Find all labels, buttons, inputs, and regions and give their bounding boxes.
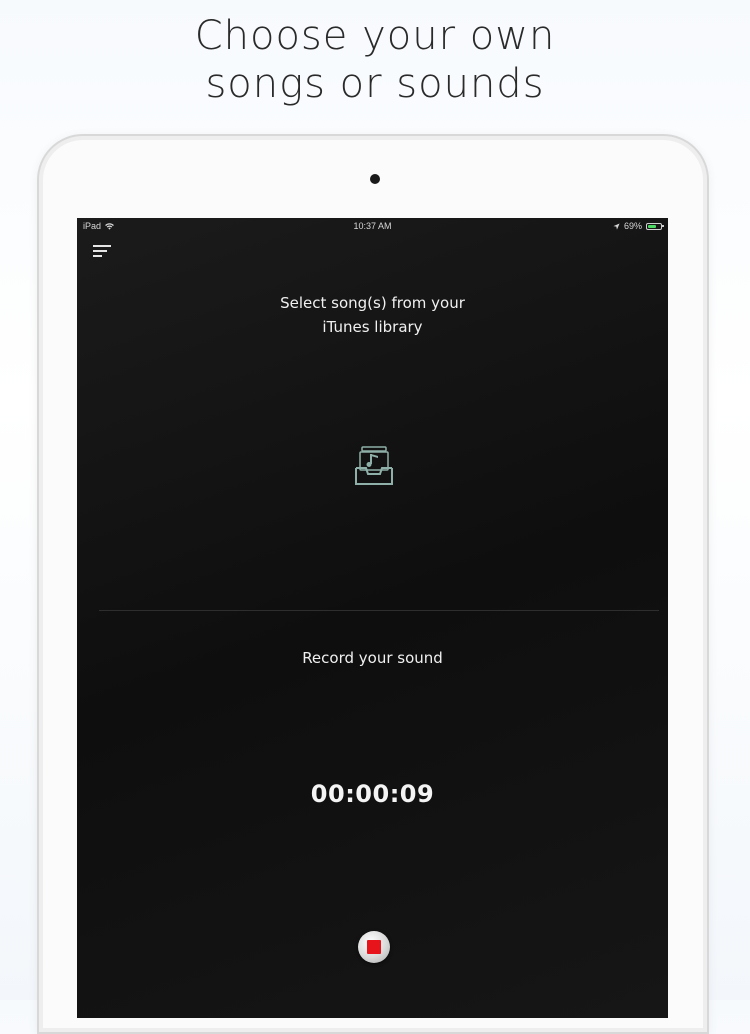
itunes-library-button[interactable]	[353, 444, 395, 488]
status-right: 69%	[613, 221, 664, 231]
library-title-line-1: Select song(s) from your	[280, 294, 465, 312]
battery-fill	[648, 224, 656, 228]
headline-line-1: Choose your own	[194, 13, 556, 59]
menu-icon	[93, 245, 111, 257]
battery-cap	[662, 225, 664, 227]
section-divider	[99, 610, 659, 611]
headline: Choose your own songs or sounds	[0, 12, 750, 108]
location-arrow-icon	[613, 222, 620, 230]
menu-button[interactable]	[91, 242, 113, 260]
record-section-title: Record your sound	[302, 649, 443, 667]
app-screen: iPad 10:37 AM 69% Select song(s) from yo…	[77, 218, 668, 1018]
status-time: 10:37 AM	[353, 221, 392, 231]
headline-line-2: songs or sounds	[205, 61, 545, 107]
library-title-line-2: iTunes library	[322, 318, 423, 336]
music-library-icon	[355, 446, 393, 485]
camera-dot	[370, 174, 380, 184]
library-section-title: Select song(s) from your iTunes library	[77, 291, 668, 339]
record-timer: 00:00:09	[310, 780, 435, 808]
status-bar: iPad 10:37 AM 69%	[77, 218, 668, 234]
stop-icon	[367, 940, 381, 954]
battery-icon	[646, 222, 664, 230]
battery-percent: 69%	[623, 221, 642, 231]
stop-record-button[interactable]	[358, 931, 390, 963]
